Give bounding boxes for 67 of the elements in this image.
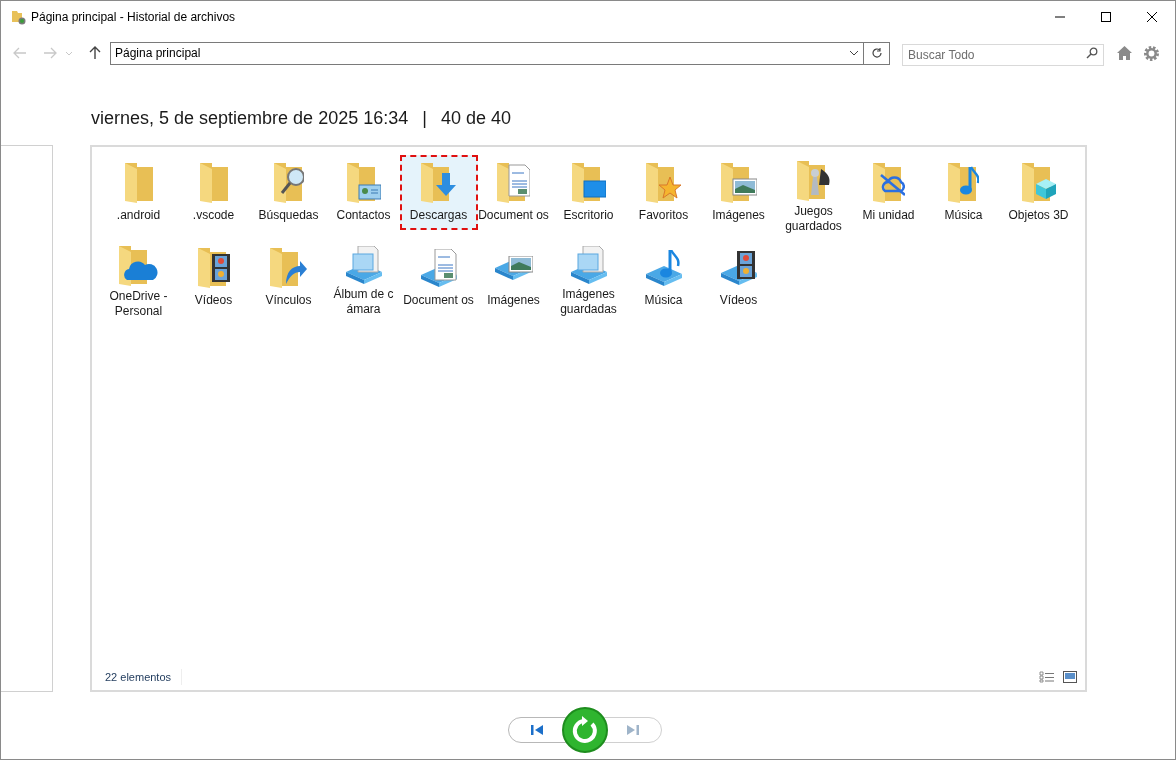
- folder-item[interactable]: Escritorio: [551, 155, 626, 230]
- search-icon: [1086, 47, 1098, 59]
- home-icon[interactable]: [1116, 45, 1133, 61]
- chevron-down-icon[interactable]: [849, 50, 859, 56]
- next-version-button[interactable]: [604, 717, 662, 743]
- folder-item[interactable]: Imágenes: [701, 155, 776, 230]
- folder-item[interactable]: Contactos: [326, 155, 401, 230]
- item-label: Juegos guardados: [784, 204, 843, 234]
- item-label: Document os: [402, 293, 475, 308]
- folder-icon: [11, 9, 27, 25]
- folder-item[interactable]: Mi unidad: [851, 155, 926, 230]
- library-item[interactable]: Música: [626, 240, 701, 315]
- item-label: Imágenes: [711, 208, 766, 223]
- folder-item[interactable]: Vídeos: [176, 240, 251, 315]
- previous-version-button[interactable]: [508, 717, 566, 743]
- large-icons-view-icon[interactable]: [1063, 671, 1077, 683]
- folder-item[interactable]: Vínculos: [251, 240, 326, 315]
- item-label: Música: [943, 208, 984, 223]
- details-view-icon[interactable]: [1039, 671, 1055, 683]
- item-label: Música: [643, 293, 684, 308]
- refresh-icon: [870, 47, 883, 59]
- item-label: Álbum de c ámara: [332, 287, 395, 317]
- address-bar[interactable]: Página principal: [110, 41, 864, 65]
- skip-back-icon: [530, 724, 544, 736]
- folder-item[interactable]: Descargas: [399, 155, 478, 230]
- item-label: Favoritos: [637, 208, 690, 223]
- library-item[interactable]: Vídeos: [701, 240, 776, 315]
- item-label: Imágenes: [486, 293, 541, 308]
- restore-button[interactable]: [562, 707, 608, 753]
- folder-item[interactable]: Música: [926, 155, 1001, 230]
- separator-text: |: [422, 107, 427, 130]
- address-text: Página principal: [114, 45, 201, 62]
- item-label: Imágenes guardadas: [559, 287, 618, 317]
- folder-item[interactable]: Búsquedas: [251, 155, 326, 230]
- library-item[interactable]: Imágenes guardadas: [551, 240, 626, 315]
- item-count-text: 22 elementos: [105, 668, 183, 686]
- library-item[interactable]: Document os: [401, 240, 476, 315]
- folder-item[interactable]: .android: [101, 155, 176, 230]
- window-title: Página principal - Historial de archivos: [31, 9, 236, 26]
- refresh-button[interactable]: [864, 41, 890, 65]
- item-label: Objetos 3D: [1007, 208, 1070, 223]
- item-label: Vídeos: [718, 293, 759, 308]
- up-arrow-icon[interactable]: [89, 46, 101, 60]
- version-position-text: 40 de 40: [440, 107, 511, 130]
- item-label: Escritorio: [562, 208, 615, 223]
- settings-icon[interactable]: [1143, 44, 1160, 62]
- restore-arrow-icon: [570, 715, 600, 745]
- folder-item[interactable]: .vscode: [176, 155, 251, 230]
- item-label: Vínculos: [264, 293, 313, 308]
- skip-forward-icon: [626, 724, 640, 736]
- close-icon: [1147, 12, 1157, 22]
- library-item[interactable]: Imágenes: [476, 240, 551, 315]
- date-text: viernes, 5 de septiembre de 2025 16:34: [91, 107, 409, 130]
- folder-item[interactable]: Favoritos: [626, 155, 701, 230]
- item-label: Descargas: [408, 208, 469, 223]
- item-label: Contactos: [335, 208, 392, 223]
- item-label: Document os: [477, 208, 550, 223]
- library-item[interactable]: Álbum de c ámara: [326, 240, 401, 315]
- search-field[interactable]: Buscar Todo: [902, 44, 1104, 66]
- maximize-icon: [1101, 12, 1111, 22]
- folder-item[interactable]: Objetos 3D: [1001, 155, 1076, 230]
- item-label: Mi unidad: [861, 208, 916, 223]
- item-label: .vscode: [191, 208, 236, 223]
- item-label: .android: [115, 208, 162, 223]
- item-label: Vídeos: [193, 293, 234, 308]
- item-label: Búsquedas: [257, 208, 320, 223]
- folder-item[interactable]: Document os: [476, 155, 551, 230]
